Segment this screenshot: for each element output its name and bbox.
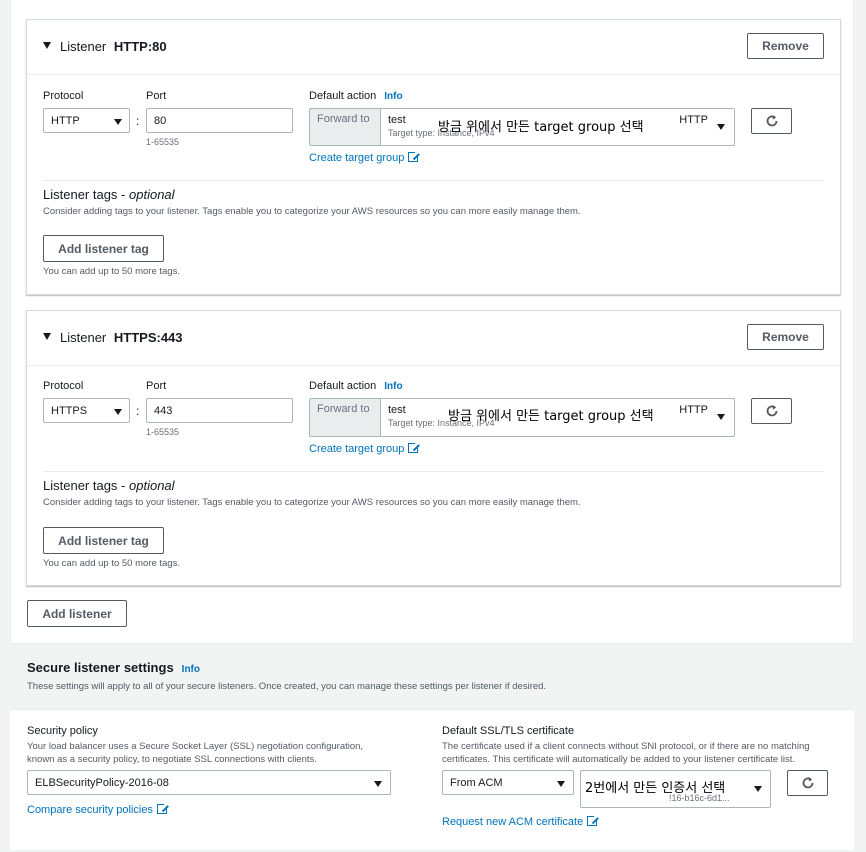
remove-button[interactable]: Remove — [747, 324, 824, 350]
target-group-protocol: HTTP — [679, 114, 708, 126]
external-link-icon — [156, 802, 169, 814]
tags-description: Consider adding tags to your listener. T… — [43, 497, 581, 508]
protocol-select[interactable]: HTTPS — [43, 398, 130, 423]
port-input[interactable]: 80 — [146, 108, 293, 133]
compare-security-policies-link[interactable]: Compare security policies — [27, 802, 169, 816]
forward-to-label: Forward to — [309, 108, 381, 146]
listener-title: Listener HTTPS:443 — [60, 330, 183, 345]
listener-header[interactable]: Listener HTTPS:443 — [27, 311, 840, 363]
info-link[interactable]: Info — [182, 664, 200, 675]
caret-down-icon — [717, 414, 725, 420]
secure-settings-title: Secure listener settings Info — [27, 660, 200, 675]
certificate-desc: The certificate used if a client connect… — [442, 741, 810, 752]
port-label: Port — [146, 380, 167, 392]
divider — [27, 74, 840, 75]
create-target-group-link[interactable]: Create target group — [309, 441, 421, 455]
target-group-name: test — [388, 114, 406, 126]
caret-down-icon[interactable] — [43, 333, 51, 340]
external-link-icon — [587, 814, 600, 826]
caret-down-icon — [557, 781, 565, 787]
external-link-icon — [408, 441, 421, 453]
divider — [43, 471, 824, 472]
external-link-icon — [408, 150, 421, 162]
security-policy-value: ELBSecurityPolicy-2016-08 — [35, 777, 169, 789]
protocol-value: HTTPS — [51, 405, 88, 417]
default-action-label: Default action Info — [309, 90, 403, 102]
default-action-label: Default action Info — [309, 380, 403, 392]
colon-separator: : — [136, 404, 140, 418]
colon-separator: : — [136, 114, 140, 128]
add-listener-tag-button[interactable]: Add listener tag — [43, 527, 164, 554]
protocol-select[interactable]: HTTP — [43, 108, 130, 133]
caret-down-icon — [114, 409, 122, 415]
annotation-text: 방금 위에서 만든 target group 선택 — [448, 409, 654, 424]
divider — [43, 180, 824, 181]
caret-down-icon — [114, 119, 122, 125]
refresh-button[interactable] — [751, 398, 792, 424]
secure-settings-header: Secure listener settings Info These setti… — [10, 644, 854, 709]
request-acm-certificate-link[interactable]: Request new ACM certificate — [442, 814, 600, 828]
caret-down-icon[interactable] — [43, 42, 51, 49]
refresh-button[interactable] — [751, 108, 792, 134]
protocol-value: HTTP — [51, 115, 80, 127]
secure-settings-description: These settings will apply to all of your… — [27, 681, 547, 692]
add-listener-button[interactable]: Add listener — [27, 600, 127, 627]
security-policy-label: Security policy — [27, 725, 98, 737]
tags-title: Listener tags - optional — [43, 187, 175, 202]
port-label: Port — [146, 90, 167, 102]
caret-down-icon — [374, 781, 382, 787]
annotation-text: 방금 위에서 만든 target group 선택 — [438, 120, 644, 135]
tags-title: Listener tags - optional — [43, 478, 175, 493]
security-policy-desc: known as a security policy, to negotiate… — [27, 754, 317, 765]
divider — [27, 365, 840, 366]
port-hint: 1-65535 — [146, 427, 180, 437]
listener-header[interactable]: Listener HTTP:80 — [27, 20, 840, 72]
tags-hint: You can add up to 50 more tags. — [43, 266, 180, 277]
refresh-icon — [802, 777, 813, 789]
create-target-group-link[interactable]: Create target group — [309, 150, 421, 164]
info-link[interactable]: Info — [384, 381, 402, 392]
certificate-select[interactable]: 2번에서 만든 인증서 선택 !16-b16c-6d1... — [580, 770, 771, 808]
certificate-label: Default SSL/TLS certificate — [442, 725, 575, 737]
listener-card-http: Listener HTTP:80 Remove Protocol HTTP : … — [26, 19, 841, 295]
caret-down-icon — [717, 124, 725, 130]
refresh-icon — [766, 405, 777, 417]
port-input[interactable]: 443 — [146, 398, 293, 423]
protocol-label: Protocol — [43, 380, 84, 392]
certificate-id: !16-b16c-6d1... — [669, 793, 730, 803]
protocol-label: Protocol — [43, 90, 84, 102]
remove-button[interactable]: Remove — [747, 33, 824, 59]
security-policy-desc: Your load balancer uses a Secure Socket … — [27, 741, 364, 752]
refresh-icon — [766, 115, 777, 127]
certificate-desc: certificates. This certificate will auto… — [442, 754, 796, 765]
certificate-source-value: From ACM — [450, 777, 503, 789]
listener-card-https: Listener HTTPS:443 Remove Protocol HTTPS… — [26, 310, 841, 586]
target-group-name: test — [388, 404, 406, 416]
refresh-button[interactable] — [787, 770, 828, 796]
tags-description: Consider adding tags to your listener. T… — [43, 206, 581, 217]
add-listener-tag-button[interactable]: Add listener tag — [43, 235, 164, 262]
listener-title: Listener HTTP:80 — [60, 39, 167, 54]
port-hint: 1-65535 — [146, 137, 180, 147]
target-group-protocol: HTTP — [679, 404, 708, 416]
info-link[interactable]: Info — [384, 91, 402, 102]
caret-down-icon — [754, 786, 762, 792]
security-policy-select[interactable]: ELBSecurityPolicy-2016-08 — [27, 770, 391, 795]
tags-hint: You can add up to 50 more tags. — [43, 558, 180, 569]
forward-to-label: Forward to — [309, 398, 381, 437]
secure-settings-body: Security policy Your load balancer uses … — [10, 709, 854, 850]
certificate-source-select[interactable]: From ACM — [442, 770, 574, 795]
